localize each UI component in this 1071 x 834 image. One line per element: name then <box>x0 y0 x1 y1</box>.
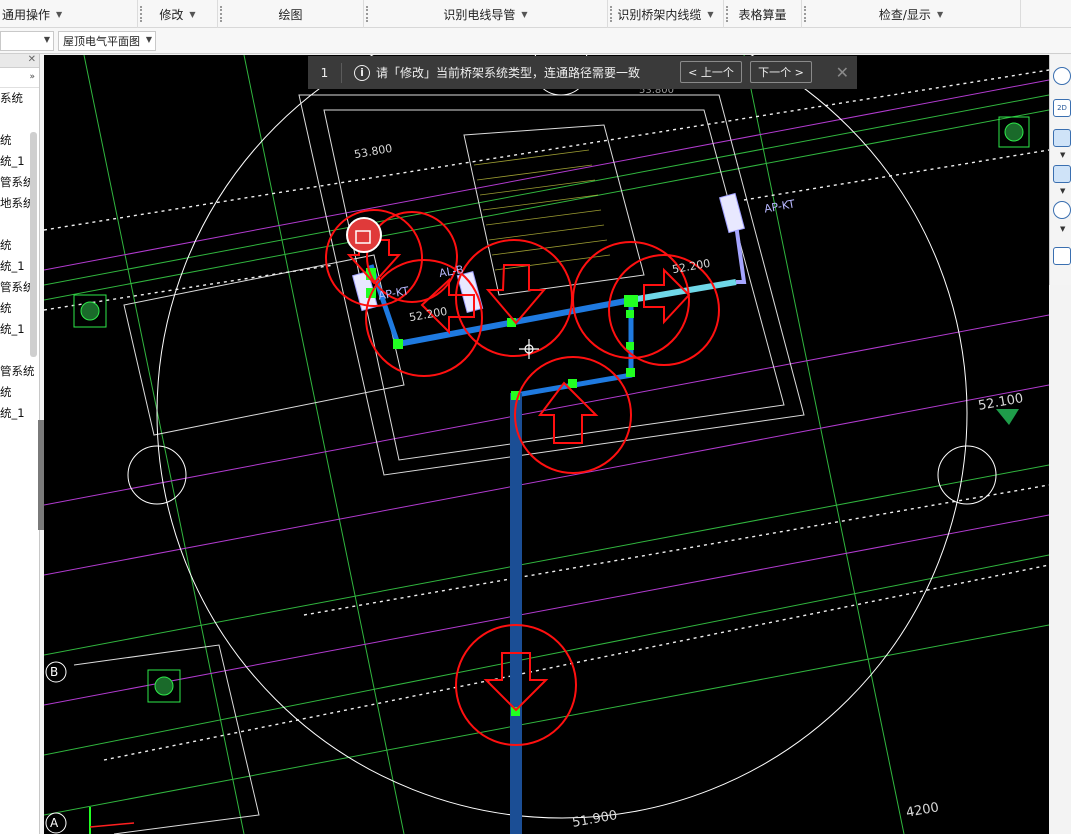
ribbon-group-check-display[interactable]: 检查/显示 ▼ <box>802 0 1021 28</box>
chevron-down-icon[interactable]: ▼ <box>44 35 50 44</box>
expand-icon[interactable]: » <box>29 72 35 82</box>
drawing-selector-bar: ▼ 屋顶电气平面图 ▼ <box>0 28 1071 54</box>
prev-label: 上一个 <box>700 66 734 79</box>
box-view-icon[interactable] <box>1053 165 1071 183</box>
ribbon-group-common-ops[interactable]: 通用操作 ▼ <box>0 0 138 28</box>
chevron-down-icon[interactable]: ▼ <box>1060 151 1065 159</box>
issue-count: 1 <box>308 62 342 83</box>
2d-view-icon[interactable]: 2D <box>1053 99 1071 117</box>
left-panel: ✕ » 系统统统_1 管系统 地系统统统_1 管系统统统_1 管系统统统_1 <box>0 54 40 834</box>
chevron-down-icon[interactable]: ▼ <box>189 10 195 19</box>
orbit-icon[interactable] <box>1053 67 1071 85</box>
ribbon-group-label: 通用操作 <box>2 7 51 22</box>
close-icon[interactable]: ✕ <box>836 63 849 82</box>
ribbon-group-label: 识别桥架内线缆 <box>617 7 702 22</box>
chevron-down-icon[interactable]: ▼ <box>146 35 152 44</box>
system-list-item[interactable]: 统 <box>0 382 39 403</box>
next-label: 下一个 <box>758 66 792 79</box>
grip-icon <box>804 6 808 22</box>
ribbon-group-label: 修改 <box>159 7 184 22</box>
box-view-icon[interactable] <box>1053 129 1071 147</box>
system-list-item[interactable]: 管系统 <box>0 361 39 382</box>
app-window: 通用操作 ▼ 修改 ▼ 绘图 识别电线导管 ▼ 识别桥架内线缆 ▼ 表格算量 检查/显示… <box>0 0 1071 834</box>
panel-toolbar: » <box>0 68 39 88</box>
ribbon-group-modify[interactable]: 修改 ▼ <box>138 0 218 28</box>
grip-icon <box>726 6 730 22</box>
drawing-layer <box>44 55 1049 834</box>
grip-icon <box>366 6 370 22</box>
chevron-down-icon[interactable]: ▼ <box>56 10 62 19</box>
ribbon-group-bar: 通用操作 ▼ 修改 ▼ 绘图 识别电线导管 ▼ 识别桥架内线缆 ▼ 表格算量 检查/显示… <box>0 0 1071 28</box>
scrollbar[interactable] <box>30 132 37 357</box>
rotate-icon[interactable] <box>1053 201 1071 219</box>
ribbon-group-label: 绘图 <box>278 7 303 22</box>
grip-icon <box>140 6 144 22</box>
chevron-right-icon: > <box>791 65 804 79</box>
2d-label: 2D <box>1057 104 1067 112</box>
chevron-down-icon[interactable]: ▼ <box>707 10 713 19</box>
ribbon-group-draw[interactable]: 绘图 <box>218 0 364 28</box>
chevron-down-icon[interactable]: ▼ <box>937 10 943 19</box>
drawing-select-value: 屋顶电气平面图 <box>63 35 140 48</box>
ribbon-group-table-calc[interactable]: 表格算量 <box>724 0 802 28</box>
layer-list-icon[interactable] <box>1053 247 1071 265</box>
chevron-left-icon: < <box>688 65 701 79</box>
close-icon[interactable]: ✕ <box>28 54 36 65</box>
chevron-down-icon[interactable]: ▼ <box>521 10 527 19</box>
info-icon: i <box>354 64 370 81</box>
system-list-item[interactable]: 系统 <box>0 88 39 109</box>
ribbon-group-identify-tray-cable[interactable]: 识别桥架内线缆 ▼ <box>608 0 724 28</box>
check-result-bar: 1 i 请「修改」当前桥架系统类型，连通路径需要一致 < 上一个 下一个 > ✕ <box>308 56 857 89</box>
grip-icon <box>220 6 224 22</box>
ribbon-group-identify-wire-conduit[interactable]: 识别电线导管 ▼ <box>364 0 608 28</box>
floor-select[interactable]: ▼ <box>0 31 54 51</box>
axis-bubble-a: A <box>50 816 59 830</box>
ribbon-group-label: 表格算量 <box>738 7 787 22</box>
chevron-down-icon[interactable]: ▼ <box>1060 187 1065 195</box>
system-list-item[interactable] <box>0 109 39 130</box>
next-issue-button[interactable]: 下一个 > <box>750 61 812 83</box>
chevron-down-icon[interactable]: ▼ <box>1060 225 1065 233</box>
ribbon-group-label: 检查/显示 <box>878 7 931 22</box>
drawing-select[interactable]: 屋顶电气平面图 ▼ <box>58 31 156 51</box>
panel-header: ✕ <box>0 54 39 68</box>
prev-issue-button[interactable]: < 上一个 <box>680 61 742 83</box>
ribbon-group-label: 识别电线导管 <box>443 7 516 22</box>
issue-message: 请「修改」当前桥架系统类型，连通路径需要一致 <box>376 66 641 80</box>
axis-bubble-b: B <box>50 665 59 679</box>
cad-canvas[interactable]: 53.800 52.200 52.200 52.100 51.900 53.80… <box>44 55 1049 834</box>
view-toolbar: 2D ▼ ▼ ▼ <box>1049 55 1071 285</box>
grip-icon <box>610 6 614 22</box>
system-list-item[interactable]: 统_1 <box>0 403 39 424</box>
